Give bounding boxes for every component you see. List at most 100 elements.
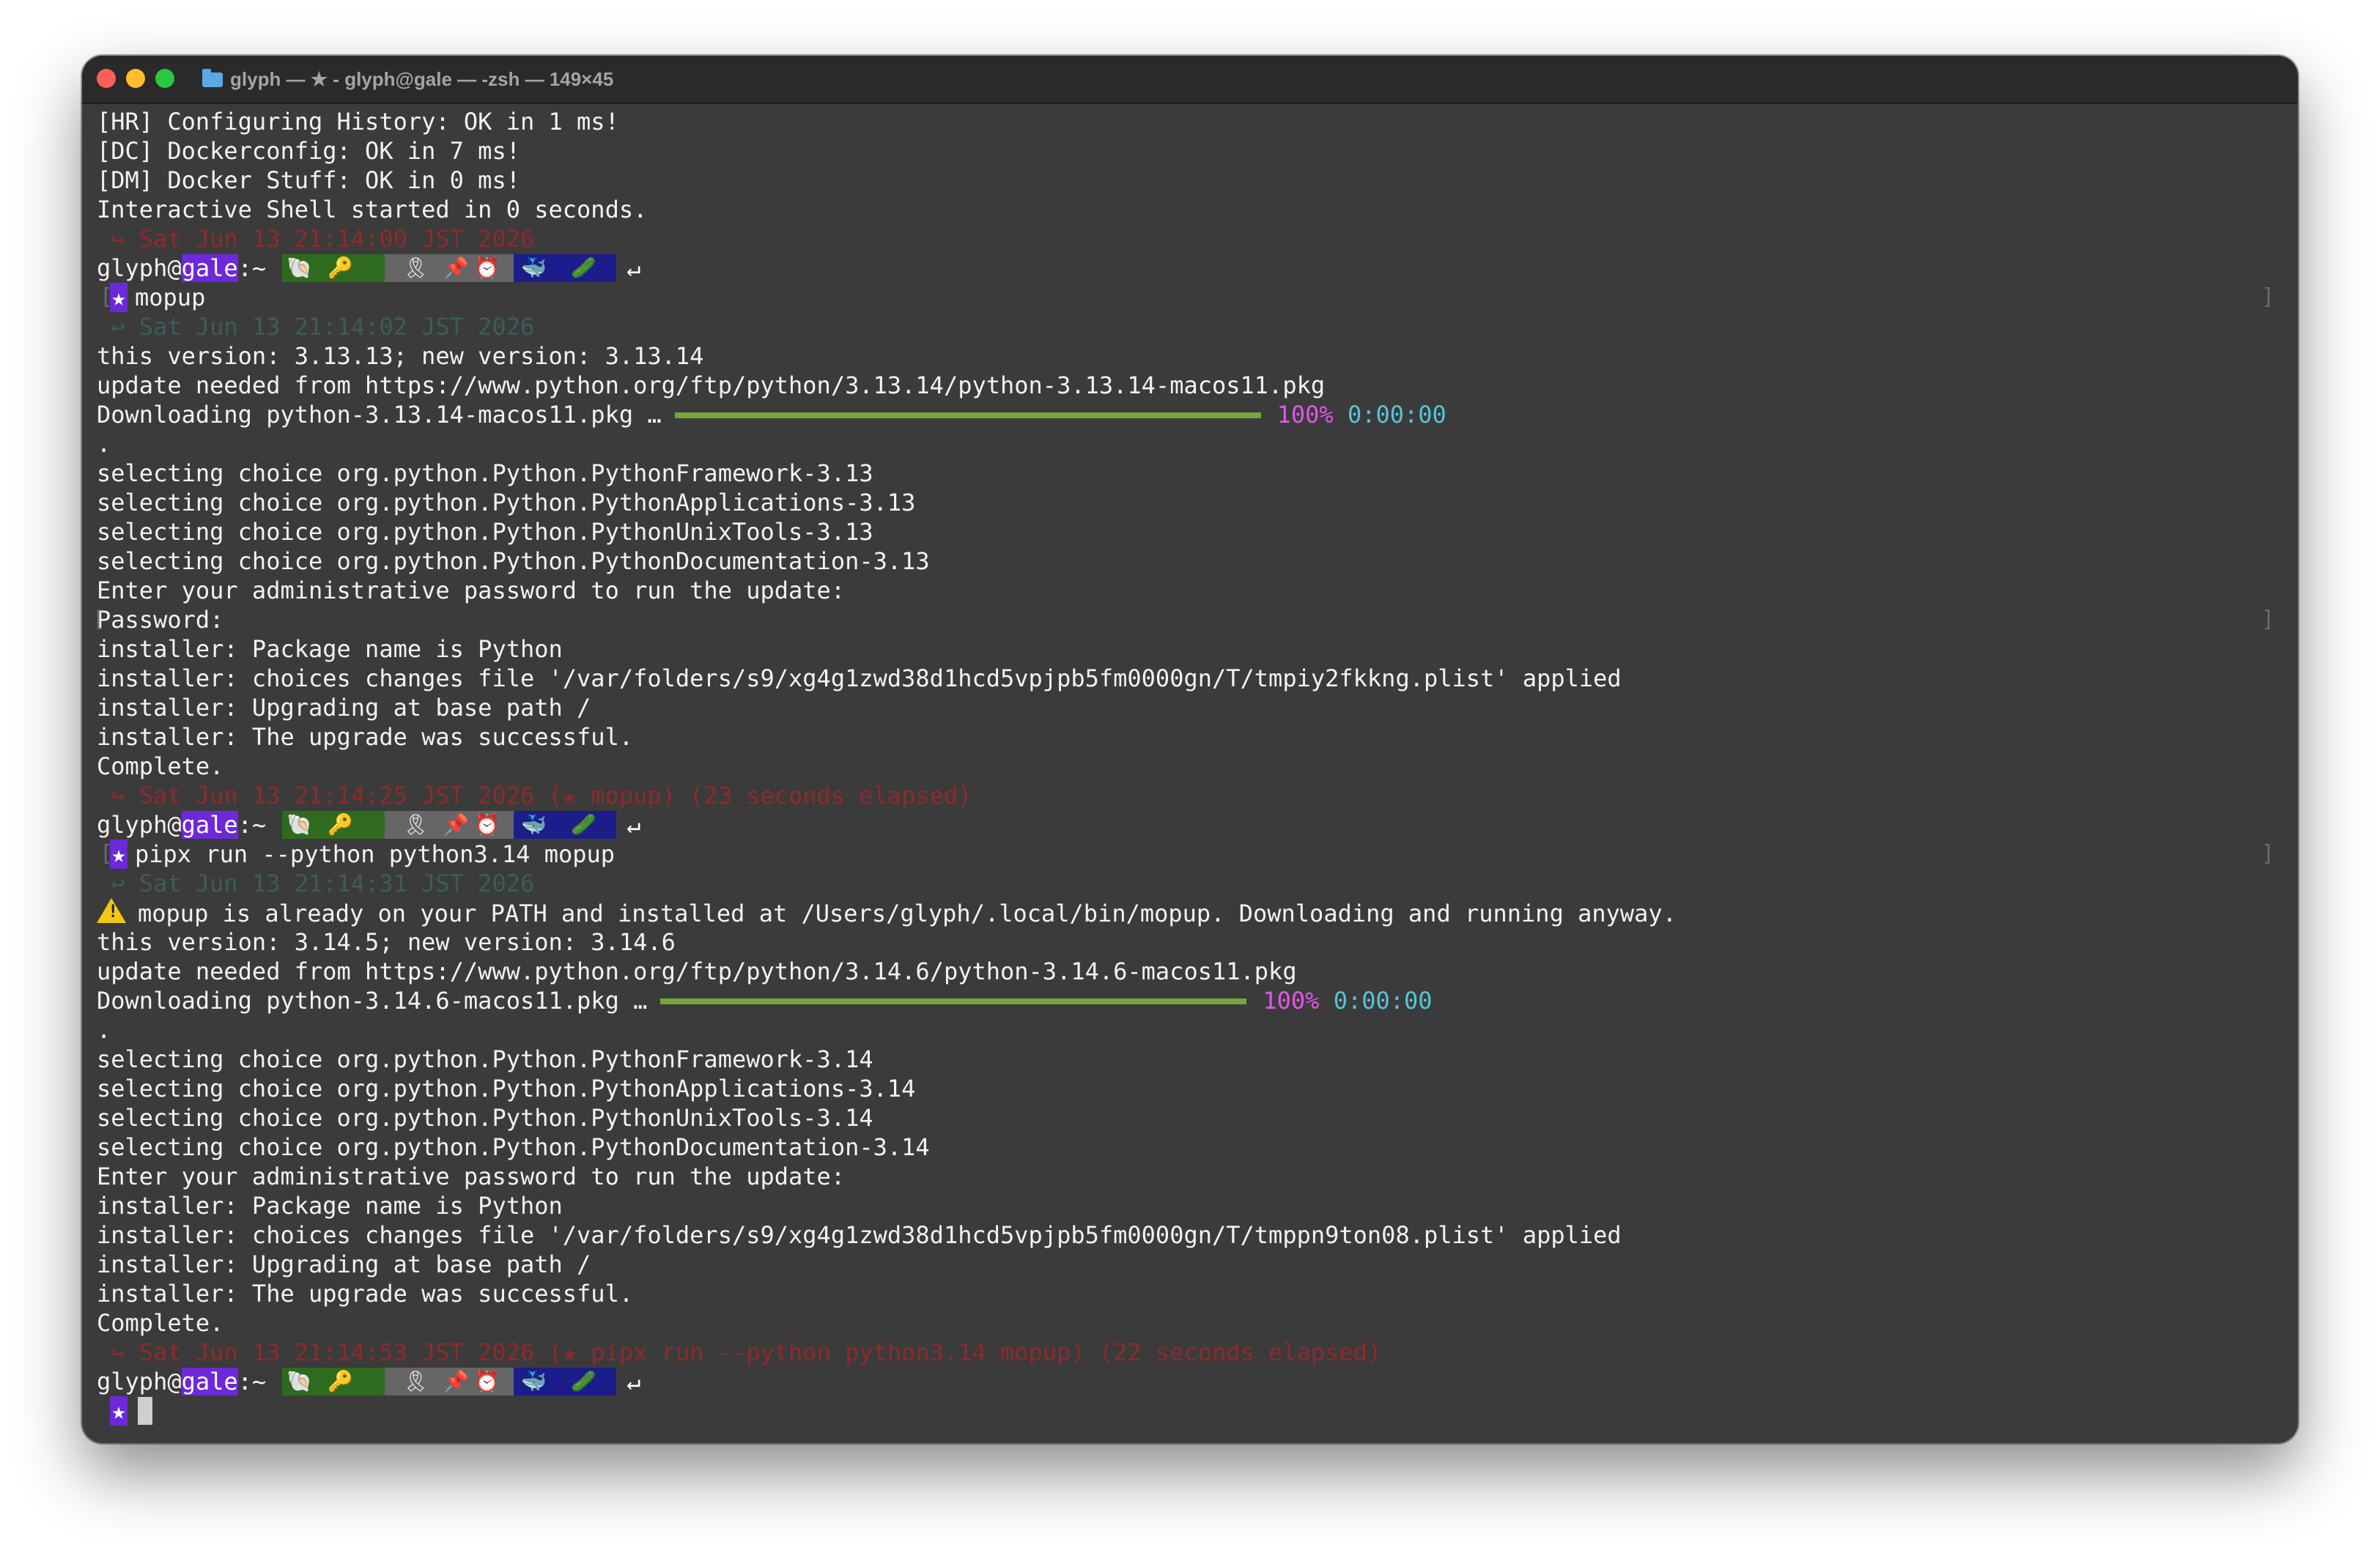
shell-prompt: glyph@gale:~ 🐚 🔑 🎗 📌 ⏰ 🐳 🥒 ↵ xyxy=(97,254,641,282)
close-window-button[interactable] xyxy=(97,69,116,88)
alarm-clock-icon: ⏰ xyxy=(474,812,500,837)
prompt-segment-navy: 🐳 🥒 xyxy=(514,811,617,839)
pickle-icon: 🥒 xyxy=(571,812,597,837)
output-line: . xyxy=(97,430,111,458)
output-line: installer: Upgrading at base path / xyxy=(97,694,591,722)
shell-icon: 🐚 xyxy=(287,812,313,837)
output-line: installer: The upgrade was successful. xyxy=(97,723,634,751)
prompt-host: gale xyxy=(181,811,238,839)
prompt-user: glyph xyxy=(97,254,168,282)
output-line: installer: Upgrading at base path / xyxy=(97,1250,591,1278)
pin-icon: 📌 xyxy=(443,812,470,837)
password-line: [Password:] xyxy=(92,606,2274,634)
output-line: this version: 3.14.5; new version: 3.14.… xyxy=(97,928,676,956)
download-progress-line: Downloading python-3.13.14-macos11.pkg …… xyxy=(97,401,1446,429)
command-text: pipx run --python python3.14 mopup xyxy=(135,840,616,868)
key-icon: 🔑 xyxy=(328,256,354,280)
output-line: update needed from https://www.python.or… xyxy=(97,371,1326,399)
output-line: Complete. xyxy=(97,1309,224,1337)
star-prompt-icon: ★ xyxy=(110,1396,128,1426)
ribbon-icon: 🎗 xyxy=(402,256,429,280)
output-line: selecting choice org.python.Python.Pytho… xyxy=(97,518,873,546)
command-line: [★ mopup] xyxy=(97,283,2283,312)
whale-icon: 🐳 xyxy=(521,256,547,280)
mark-bracket-left: [ xyxy=(100,284,114,310)
text-cursor[interactable] xyxy=(138,1397,152,1425)
active-command-line[interactable]: ★ xyxy=(97,1396,152,1426)
ribbon-icon: 🎗 xyxy=(402,812,429,837)
output-line: Complete. xyxy=(97,752,224,780)
output-line: selecting choice org.python.Python.Pytho… xyxy=(97,547,930,575)
output-line: installer: Package name is Python xyxy=(97,1192,563,1220)
prompt-host: gale xyxy=(181,254,238,282)
terminal-output[interactable]: [HR] Configuring History: OK in 1 ms! [D… xyxy=(92,107,2283,1443)
command-line: [★ pipx run --python python3.14 mopup] xyxy=(97,839,2283,869)
window-title: glyph — ★ - glyph@gale — -zsh — 149×45 xyxy=(202,66,613,92)
timestamp-line: ↪ Sat Jun 13 21:14:53 JST 2026 (★ pipx r… xyxy=(97,1338,1382,1366)
output-line: selecting choice org.python.Python.Pytho… xyxy=(97,459,873,487)
warning-icon xyxy=(97,898,126,923)
prompt-segment-green: 🐚 🔑 xyxy=(282,254,385,282)
pickle-icon: 🥒 xyxy=(571,256,597,280)
output-line: installer: Package name is Python xyxy=(97,635,563,663)
timestamp-line: ↩ Sat Jun 13 21:14:02 JST 2026 xyxy=(97,313,535,341)
warning-line: mopup is already on your PATH and instal… xyxy=(97,898,1677,927)
prompt-segment-gray: 🎗 📌 ⏰ xyxy=(385,1368,514,1396)
output-line: . xyxy=(97,1016,111,1044)
title-bar: glyph — ★ - glyph@gale — -zsh — 149×45 xyxy=(82,56,2298,104)
progress-percent: 100% xyxy=(1276,401,1334,429)
alarm-clock-icon: ⏰ xyxy=(474,1369,500,1393)
progress-percent: 100% xyxy=(1263,987,1320,1015)
command-text: mopup xyxy=(135,283,206,311)
progress-eta: 0:00:00 xyxy=(1333,987,1433,1015)
terminal-window: glyph — ★ - glyph@gale — -zsh — 149×45 [… xyxy=(82,56,2298,1443)
timestamp-line: ↩ Sat Jun 13 21:14:31 JST 2026 xyxy=(97,870,535,897)
output-line: Enter your administrative password to ru… xyxy=(97,577,846,604)
prompt-segment-gray: 🎗 📌 ⏰ xyxy=(385,811,514,839)
output-line: Interactive Shell started in 0 seconds. xyxy=(97,196,648,223)
progress-bar xyxy=(674,412,1261,418)
timestamp-line: ↪ Sat Jun 13 21:14:00 JST 2026 xyxy=(97,225,535,253)
key-icon: 🔑 xyxy=(328,812,354,837)
prompt-host: gale xyxy=(181,1368,238,1396)
output-line: update needed from https://www.python.or… xyxy=(97,957,1297,985)
prompt-user: glyph xyxy=(97,811,168,839)
whale-icon: 🐳 xyxy=(521,1369,547,1393)
output-line: [DC] Dockerconfig: OK in 7 ms! xyxy=(97,137,520,165)
output-line: Enter your administrative password to ru… xyxy=(97,1163,846,1190)
output-line: [HR] Configuring History: OK in 1 ms! xyxy=(97,108,619,136)
output-line: selecting choice org.python.Python.Pytho… xyxy=(97,1133,930,1161)
output-line: installer: choices changes file '/var/fo… xyxy=(97,1221,1622,1249)
ribbon-icon: 🎗 xyxy=(402,1369,429,1393)
pickle-icon: 🥒 xyxy=(571,1369,597,1393)
shell-prompt: glyph@gale:~ 🐚 🔑 🎗 📌 ⏰ 🐳 🥒 ↵ xyxy=(97,1368,641,1396)
download-progress-line: Downloading python-3.14.6-macos11.pkg … 1… xyxy=(97,987,1433,1015)
prompt-segment-green: 🐚 🔑 xyxy=(282,1368,385,1396)
zoom-window-button[interactable] xyxy=(155,69,174,88)
output-line: selecting choice org.python.Python.Pytho… xyxy=(97,1045,873,1073)
timestamp-line: ↪ Sat Jun 13 21:14:25 JST 2026 (★ mopup)… xyxy=(97,782,972,809)
prompt-segment-navy: 🐳 🥒 xyxy=(514,254,617,282)
alarm-clock-icon: ⏰ xyxy=(474,256,500,280)
mark-bracket-right: ] xyxy=(2261,284,2274,310)
return-icon: ↵ xyxy=(627,1368,641,1396)
whale-icon: 🐳 xyxy=(521,812,547,837)
output-line: [DM] Docker Stuff: OK in 0 ms! xyxy=(97,166,520,194)
folder-icon xyxy=(202,69,223,87)
output-line: installer: choices changes file '/var/fo… xyxy=(97,664,1622,692)
pin-icon: 📌 xyxy=(443,1369,470,1393)
output-line: installer: The upgrade was successful. xyxy=(97,1280,634,1308)
output-line: selecting choice org.python.Python.Pytho… xyxy=(97,489,916,516)
pin-icon: 📌 xyxy=(443,256,470,280)
prompt-segment-gray: 🎗 📌 ⏰ xyxy=(385,254,514,282)
mark-bracket-left: [ xyxy=(100,841,114,867)
shell-prompt: glyph@gale:~ 🐚 🔑 🎗 📌 ⏰ 🐳 🥒 ↵ xyxy=(97,811,641,839)
output-line: selecting choice org.python.Python.Pytho… xyxy=(97,1104,873,1132)
prompt-segment-navy: 🐳 🥒 xyxy=(514,1368,617,1396)
prompt-segment-green: 🐚 🔑 xyxy=(282,811,385,839)
key-icon: 🔑 xyxy=(328,1369,354,1393)
minimize-window-button[interactable] xyxy=(126,69,145,88)
prompt-user: glyph xyxy=(97,1368,168,1396)
return-icon: ↵ xyxy=(627,811,641,839)
output-line: this version: 3.13.13; new version: 3.13… xyxy=(97,342,704,370)
